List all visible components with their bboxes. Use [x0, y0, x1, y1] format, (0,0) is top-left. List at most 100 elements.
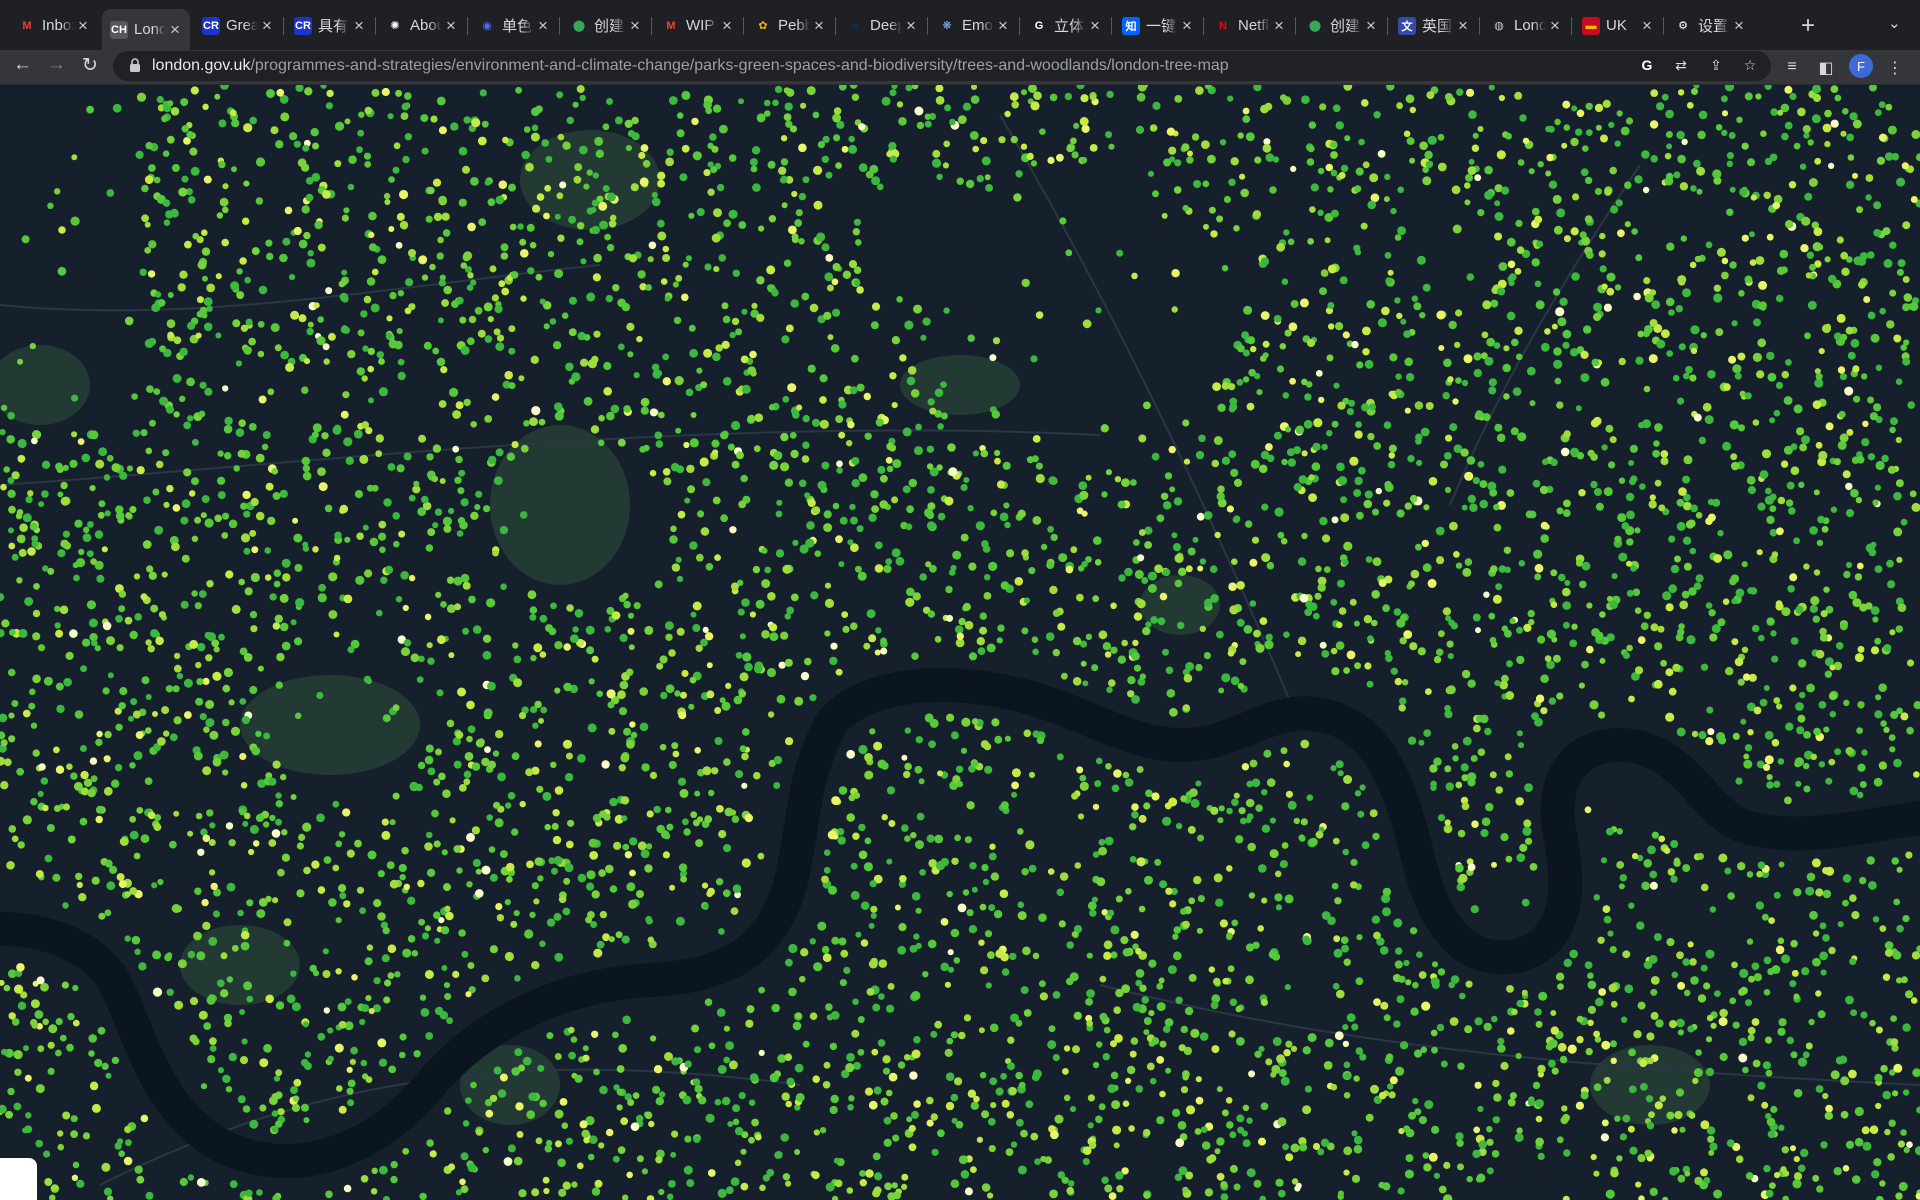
tab-close-icon[interactable]: ×: [1270, 16, 1288, 36]
tree-point: [222, 183, 229, 190]
tab-19[interactable]: ⚙ 设置 ×: [1666, 9, 1754, 42]
tab-close-icon[interactable]: ×: [718, 16, 736, 36]
tree-point: [609, 214, 617, 222]
tree-point: [103, 755, 111, 763]
tab-close-icon[interactable]: ×: [1086, 16, 1104, 36]
tree-point: [1537, 635, 1546, 644]
reload-icon[interactable]: ↻: [82, 54, 98, 77]
tab-3[interactable]: CRGreat×: [194, 9, 282, 42]
tree-point: [1771, 655, 1779, 663]
tab-close-icon[interactable]: ×: [258, 16, 276, 36]
bookmark-star-icon[interactable]: ☆: [1741, 57, 1759, 75]
tree-point: [430, 115, 438, 123]
tree-point: [1319, 103, 1327, 111]
tree-point: [1173, 186, 1182, 194]
tree-point: [998, 136, 1006, 144]
tab-title: Netflix: [1238, 17, 1270, 34]
forward-arrow-icon[interactable]: →: [47, 54, 66, 76]
tree-point: [1788, 507, 1796, 515]
tree-point: [371, 88, 380, 97]
london-tree-map[interactable]: [0, 85, 1920, 1200]
tree-point: [866, 988, 875, 996]
tab-12[interactable]: G 立体 ×: [1022, 9, 1110, 42]
reading-list-icon[interactable]: ≡: [1782, 58, 1802, 78]
tree-point: [605, 864, 614, 874]
tab-close-icon[interactable]: ×: [442, 16, 460, 36]
more-menu-icon[interactable]: ⋮: [1885, 58, 1905, 78]
tab-13[interactable]: 知一键 ×: [1114, 9, 1202, 42]
tree-point: [1011, 791, 1018, 798]
tree-point: [1550, 1010, 1557, 1016]
share-icon[interactable]: ⇪: [1707, 57, 1725, 75]
tree-point: [1177, 1121, 1187, 1130]
tab-separator: [651, 17, 652, 35]
tab-close-icon[interactable]: ×: [1178, 16, 1196, 36]
tree-point: [1132, 1002, 1142, 1012]
tree-point: [1822, 934, 1830, 942]
tree-point: [317, 243, 326, 252]
tree-point: [1226, 932, 1233, 940]
tree-point: [819, 419, 829, 429]
tree-point: [1073, 122, 1080, 129]
tab-close-icon[interactable]: ×: [1362, 16, 1380, 36]
tree-point: [42, 804, 49, 812]
tab-17[interactable]: ◍London×: [1482, 9, 1570, 42]
url-text[interactable]: london.gov.uk/programmes-and-strategies/…: [152, 57, 1229, 75]
side-panel-icon[interactable]: ◧: [1816, 58, 1836, 78]
tree-point: [192, 1037, 200, 1046]
tree-point: [361, 375, 368, 382]
tree-point: [264, 547, 272, 554]
tab-close-icon[interactable]: ×: [1638, 16, 1656, 36]
tab-10[interactable]: ◆DeepL×: [838, 9, 926, 42]
tab-close-icon[interactable]: ×: [902, 16, 920, 36]
profile-avatar[interactable]: F: [1849, 54, 1873, 78]
tab-8[interactable]: M WIP ×: [654, 9, 742, 42]
tab-close-icon[interactable]: ×: [166, 20, 184, 40]
lock-icon[interactable]: [129, 58, 141, 73]
tab-close-icon[interactable]: ×: [1546, 16, 1564, 36]
address-bar[interactable]: london.gov.uk/programmes-and-strategies/…: [113, 51, 1771, 81]
tab-close-icon[interactable]: ×: [626, 16, 644, 36]
tab-16[interactable]: 文英国 ×: [1390, 9, 1478, 42]
tab-7[interactable]: ⬤ 创建 ×: [562, 9, 650, 42]
google-lens-icon[interactable]: G: [1638, 57, 1656, 75]
tree-point: [1755, 256, 1765, 265]
tree-point: [269, 593, 277, 601]
translate-icon[interactable]: ⇄: [1672, 57, 1690, 75]
tab-9[interactable]: ✿Pebble×: [746, 9, 834, 42]
tree-point: [250, 625, 258, 633]
tree-point: [700, 527, 710, 536]
tree-point: [1327, 302, 1335, 309]
tab-2[interactable]: CHLondon×: [102, 9, 190, 50]
tree-point: [1527, 609, 1535, 618]
tab-search-chevron-icon[interactable]: ⌄: [1888, 14, 1901, 32]
tab-close-icon[interactable]: ×: [1730, 16, 1748, 36]
tab-close-icon[interactable]: ×: [534, 16, 552, 36]
tab-close-icon[interactable]: ×: [994, 16, 1012, 36]
new-tab-button[interactable]: +: [1801, 12, 1815, 40]
tab-close-icon[interactable]: ×: [74, 16, 92, 36]
tree-point: [481, 974, 490, 983]
tab-close-icon[interactable]: ×: [1454, 16, 1472, 36]
tab-11[interactable]: ❋Emoji×: [930, 9, 1018, 42]
back-arrow-icon[interactable]: ←: [13, 54, 32, 76]
tree-point: [567, 819, 575, 827]
tab-15[interactable]: ⬤ 创建 ×: [1298, 9, 1386, 42]
tree-point: [233, 465, 240, 472]
tree-point: [1853, 256, 1863, 266]
tab-6[interactable]: ◉ 单色 ×: [470, 9, 558, 42]
tree-point: [835, 162, 842, 169]
tab-close-icon[interactable]: ×: [350, 16, 368, 36]
tab-14[interactable]: NNetflix×: [1206, 9, 1294, 42]
tree-point: [1433, 757, 1442, 766]
tab-4[interactable]: CR 具有 ×: [286, 9, 374, 42]
tree-point: [433, 911, 441, 919]
tab-1[interactable]: MInbox×: [10, 9, 98, 42]
tree-point: [459, 784, 467, 792]
tab-5[interactable]: ✺About×: [378, 9, 466, 42]
tree-point: [1598, 711, 1606, 719]
tab-close-icon[interactable]: ×: [810, 16, 828, 36]
tab-18[interactable]: ▬ UK ×: [1574, 9, 1662, 42]
tree-point: [228, 519, 238, 529]
tree-point: [1033, 91, 1042, 100]
